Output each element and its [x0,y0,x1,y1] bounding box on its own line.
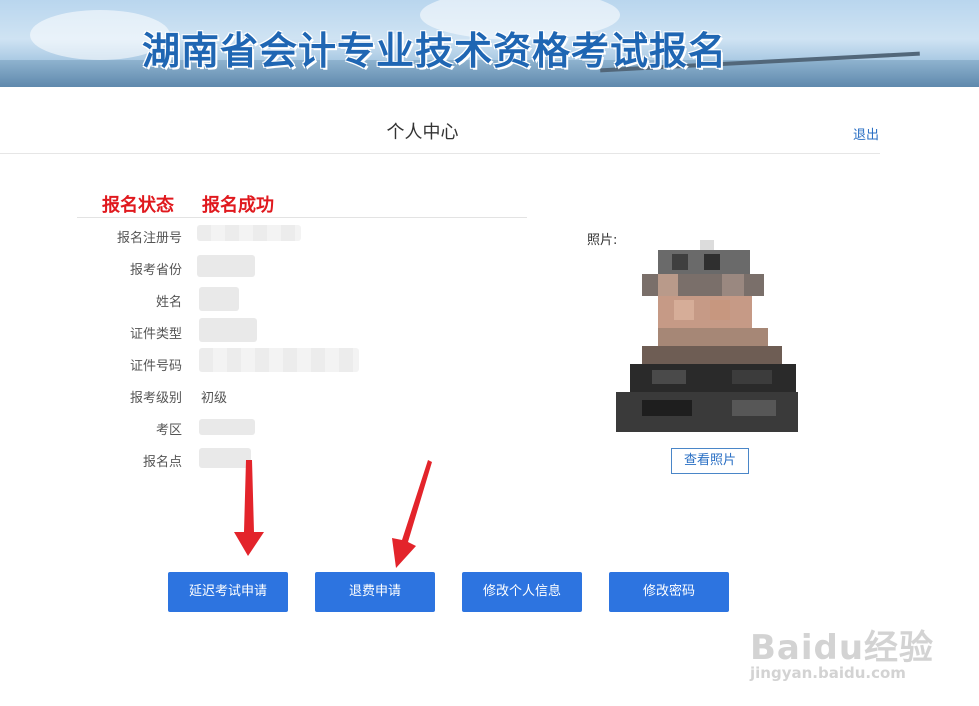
applicant-photo [616,240,798,432]
header-banner: 湖南省会计专业技术资格考试报名 [0,0,979,87]
status-label: 报名状态 [102,195,174,216]
logout-link[interactable]: 退出 [853,124,879,143]
edit-personal-info-button[interactable]: 修改个人信息 [462,572,582,612]
redacted-value [199,318,257,342]
status-value: 报名成功 [202,195,274,216]
redacted-value [197,225,301,241]
view-photo-button[interactable]: 查看照片 [671,448,749,474]
watermark-brand: Baidu经验 [750,628,935,668]
divider [77,217,527,218]
site-title: 湖南省会计专业技术资格考试报名 [142,29,728,73]
refund-request-button[interactable]: 退费申请 [315,572,435,612]
field-value-level: 初级 [201,391,228,406]
redacted-value [197,255,255,277]
field-label-exam-area: 考区 [155,423,182,438]
field-label-id-type: 证件类型 [129,327,182,342]
change-password-button[interactable]: 修改密码 [609,572,729,612]
field-label-level: 报考级别 [129,391,182,406]
field-label-name: 姓名 [155,295,182,310]
field-label-registration-number: 报名注册号 [116,231,182,246]
annotation-arrow-icon [392,460,432,568]
redacted-value [199,348,359,372]
redacted-value [199,419,255,435]
baidu-watermark: Baidu经验 jingyan.baidu.com [750,620,940,690]
divider [0,153,880,154]
registration-status: 报名状态 报名成功 [102,191,274,217]
field-label-id-number: 证件号码 [129,359,182,374]
watermark-url: jingyan.baidu.com [750,664,906,682]
field-label-registration-site: 报名点 [142,455,182,470]
page-title: 个人中心 [386,122,459,143]
redacted-value [199,287,239,311]
annotation-arrow-icon [234,460,264,556]
postpone-exam-button[interactable]: 延迟考试申请 [168,572,288,612]
field-label-province: 报考省份 [129,263,182,278]
